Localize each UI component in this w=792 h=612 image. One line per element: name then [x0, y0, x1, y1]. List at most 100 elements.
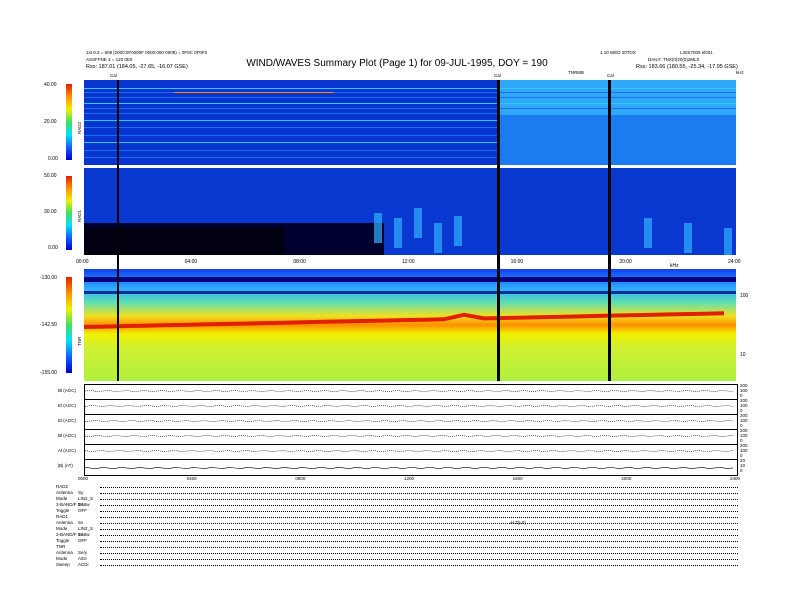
- tnr-colorbar: [66, 277, 72, 373]
- cal-line: [608, 80, 612, 381]
- legend-dotted-line: [100, 493, 738, 494]
- rad1-xtick: 00:00: [76, 259, 89, 265]
- hk-row: [84, 459, 738, 476]
- hk-row-label: El (AGC): [58, 403, 76, 408]
- legend-dotted-line: [100, 529, 738, 530]
- rad2-cbar-tick-2: 0.00: [48, 156, 58, 162]
- legend-dotted-line: [100, 541, 738, 542]
- khz-label: kHz: [736, 70, 744, 75]
- legend-dotted-line: [100, 535, 738, 536]
- rad1-cbar-tick-1: 30.00: [44, 209, 57, 215]
- legend-dotted-line: [100, 553, 738, 554]
- legend-dotted-line: [100, 565, 738, 566]
- hk-right-tick: 0: [740, 468, 743, 473]
- tnr-right-tick-10: 10: [740, 352, 746, 358]
- legend-key: 3-BAND/F 3-Ntw: [56, 502, 90, 507]
- rad1-burst: [434, 223, 442, 253]
- hk-row: [84, 429, 738, 445]
- hk-row: [84, 384, 738, 400]
- legend-value: Se/y: [78, 550, 88, 555]
- rad1-cbar-tick-0: 50.00: [44, 173, 57, 179]
- rad1-colorbar: [66, 176, 72, 250]
- tnr-spectrogram: [84, 269, 736, 381]
- legend-dotted-line: [100, 559, 738, 560]
- legend-value: LIN2_S: [78, 526, 94, 531]
- rad1-burst: [724, 228, 732, 255]
- rad2-texture: [84, 80, 736, 165]
- hk-xtick: 1200: [404, 476, 415, 481]
- hk-row: [84, 414, 738, 430]
- legend-key: Antenna: [56, 490, 73, 495]
- hk-xtick: 2400: [730, 476, 741, 481]
- legend-key: Toggle: [56, 538, 70, 543]
- rad1-burst: [374, 213, 382, 243]
- hk-xtick: 0400: [186, 476, 197, 481]
- rad2-streak-orange: [174, 92, 334, 93]
- cal-line: [496, 80, 500, 381]
- hk-xtick: 2000: [621, 476, 632, 481]
- rad2-cbar-tick-0: 40.00: [44, 82, 57, 88]
- hk-series-line: [84, 466, 734, 470]
- rad2-streak: [84, 113, 497, 114]
- rad2-streak: [84, 88, 736, 89]
- cal-line: [116, 80, 119, 381]
- rad2-spectrogram: [84, 80, 736, 165]
- rad1-burst: [644, 218, 652, 248]
- hk-row: [84, 399, 738, 415]
- legend-key: Antenna: [56, 520, 73, 525]
- legend-key: Mode: [56, 496, 68, 501]
- legend-value: OFF: [78, 538, 87, 543]
- rad1-xtick: 24:00: [728, 259, 741, 265]
- legend-key: Mode: [56, 526, 68, 531]
- legend-dotted-line: [100, 505, 738, 506]
- header-right-line1: 1.10 WED 20TOX: [600, 50, 636, 55]
- rad2-colorbar: [66, 84, 72, 160]
- legend-value: A/Di: [78, 556, 87, 561]
- legend-dotted-line: [100, 487, 738, 488]
- rad1-xtick: 20:00: [619, 259, 632, 265]
- rad2-streak: [84, 97, 736, 98]
- legend-mid-note: ALT(L0): [510, 520, 526, 525]
- header-right-line2: DAILY: TNX(0)20(0)2ML0: [648, 57, 700, 62]
- rad1-burst: [684, 223, 692, 253]
- hk-series-line: [84, 389, 734, 393]
- legend-key: RAD1: [56, 514, 69, 519]
- cal-label-2: Cal: [494, 73, 501, 78]
- header-left-line2: ASSFFNE 3 = 120 0E0: [86, 57, 133, 62]
- rad2-streak: [84, 108, 736, 109]
- header-left-rss: Rss: 187.01 (184.05, -27.65, -16.07 GSE): [86, 64, 188, 70]
- legend-value: Sy: [78, 490, 84, 495]
- tnr-texture: [84, 269, 736, 381]
- hk-row-label: Bl (AGC): [58, 388, 76, 393]
- hk-series-line: [84, 404, 734, 408]
- tnr-ylabel: TNR: [77, 336, 82, 346]
- rad2-streak: [84, 142, 497, 143]
- rad2-streak: [84, 135, 497, 136]
- rad1-spectrogram: [84, 168, 736, 255]
- rad1-texture: [84, 208, 732, 255]
- legend-value: SL: [78, 532, 84, 537]
- legend-value: Sx: [78, 520, 84, 525]
- rad2-streak: [84, 103, 736, 104]
- legend-dotted-line: [100, 523, 738, 524]
- legend-value: OFF: [78, 508, 87, 513]
- rad1-ylabel: RAD1: [77, 209, 82, 222]
- hk-row-label: |B| (nT): [58, 463, 73, 468]
- legend-key: Mode: [56, 556, 68, 561]
- rad1-burst: [394, 218, 402, 248]
- legend-key: Sweep: [56, 562, 70, 567]
- legend-key: Toggle: [56, 508, 70, 513]
- legend-key: Antenna: [56, 550, 73, 555]
- legend-key: TNR: [56, 544, 66, 549]
- hk-row-label: Al (AGC): [58, 448, 76, 453]
- legend-dotted-line: [100, 499, 738, 500]
- hk-series-line: [84, 419, 734, 423]
- legend-key: 3-BAND/F 3-Ntw: [56, 532, 90, 537]
- hk-xtick: 0000: [78, 476, 89, 481]
- rad1-xtick: 12:00: [402, 259, 415, 265]
- cal-label-3: Cal: [607, 73, 614, 78]
- rad2-streak: [84, 127, 497, 128]
- legend-value: ACDi: [78, 562, 89, 567]
- rad1-burst: [454, 216, 462, 246]
- header-right-rss: Rss: 183.66 (180.55, -25.34, -17.95 GSE): [636, 64, 738, 70]
